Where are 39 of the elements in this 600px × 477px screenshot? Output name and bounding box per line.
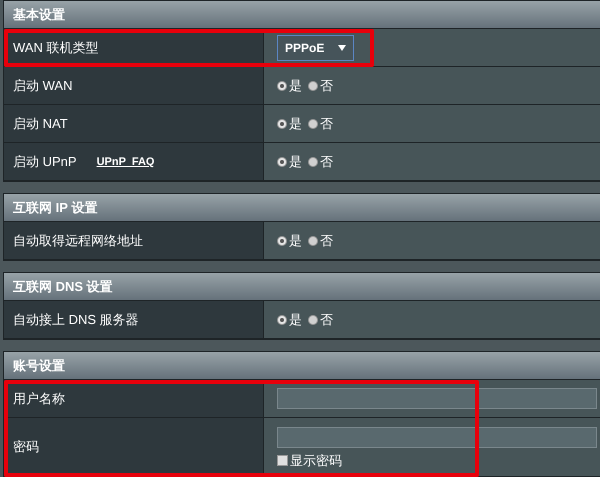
radio-button[interactable] <box>277 156 287 166</box>
setting-label: 自动取得远程网络地址 <box>13 232 143 250</box>
setting-label: 启动 UPnP <box>13 152 77 170</box>
caret-icon <box>338 44 346 50</box>
radio-button[interactable] <box>277 80 287 90</box>
section-header: 互联网 IP 设置 <box>4 194 600 222</box>
radio-label: 是 <box>289 152 302 170</box>
radio-label: 否 <box>320 310 333 328</box>
section-header: 基本设置 <box>4 1 600 29</box>
radio-button[interactable] <box>308 156 318 166</box>
radio-label: 否 <box>320 232 333 250</box>
radio-label: 是 <box>289 76 302 94</box>
radio-label: 是 <box>289 310 302 328</box>
connection-type-dropdown[interactable]: PPPoE <box>277 34 354 60</box>
section-header: 互联网 DNS 设置 <box>4 273 600 301</box>
setting-label: 启动 NAT <box>13 114 68 132</box>
username-field[interactable] <box>277 388 597 409</box>
radio-button[interactable] <box>277 314 287 324</box>
faq-link[interactable]: UPnP FAQ <box>96 156 154 168</box>
password-field[interactable] <box>277 426 597 448</box>
radio-label: 否 <box>320 76 333 94</box>
checkbox[interactable] <box>277 455 288 466</box>
radio-button[interactable] <box>308 80 318 90</box>
radio-label: 是 <box>289 232 302 250</box>
radio-label: 否 <box>320 114 333 132</box>
radio-button[interactable] <box>308 314 318 324</box>
setting-label: 自动接上 DNS 服务器 <box>13 310 139 328</box>
radio-button[interactable] <box>308 118 318 128</box>
setting-label: 启动 WAN <box>13 76 72 94</box>
setting-label: 用户名称 <box>13 390 65 408</box>
radio-button[interactable] <box>308 236 318 246</box>
radio-label: 否 <box>320 152 333 170</box>
setting-label: WAN 联机类型 <box>13 38 98 56</box>
radio-label: 是 <box>289 114 302 132</box>
radio-button[interactable] <box>277 236 287 246</box>
setting-label: 密码 <box>13 438 39 456</box>
checkbox-label: 显示密码 <box>290 452 342 470</box>
radio-button[interactable] <box>277 118 287 128</box>
section-header: 账号设置 <box>4 352 600 380</box>
